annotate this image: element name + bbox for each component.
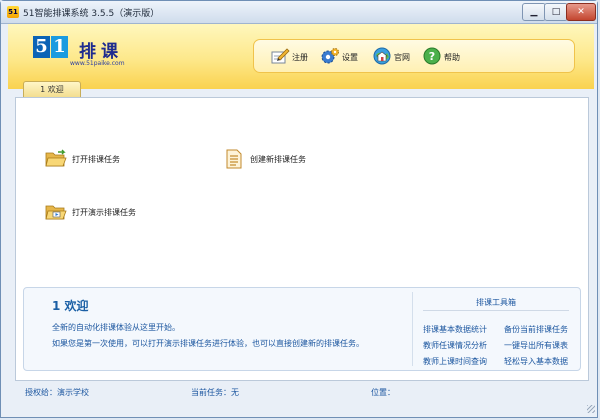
- register-button[interactable]: 注册: [270, 46, 320, 66]
- status-bar: 授权给：演示学校 当前任务：无 位置：: [15, 383, 587, 401]
- link-backup-task[interactable]: 备份当前排课任务: [504, 324, 568, 335]
- title-bar[interactable]: 51 51智能排课系统 3.5.5（演示版） ▁ □ ✕: [1, 1, 597, 24]
- link-teacher-schedule-query[interactable]: 教师上课时间查询: [423, 356, 487, 367]
- status-current-task: 当前任务：无: [191, 388, 239, 397]
- register-label: 注册: [292, 53, 308, 62]
- window-title: 51智能排课系统 3.5.5（演示版）: [23, 9, 160, 19]
- minimize-button[interactable]: ▁: [522, 3, 546, 21]
- website-label: 官网: [394, 53, 410, 62]
- link-data-statistics[interactable]: 排课基本数据统计: [423, 324, 487, 335]
- toolbox: 排课工具箱 排课基本数据统计 备份当前排课任务 教师任课情况分析 一键导出所有课…: [412, 292, 579, 366]
- help-label: 帮助: [444, 53, 460, 62]
- help-button[interactable]: ? 帮助: [422, 46, 470, 66]
- info-panel: 1 欢迎 全新的自动化排课体验从这里开始。 如果您是第一次使用，可以打开演示排课…: [23, 287, 581, 371]
- pencil-paper-icon: [271, 48, 290, 64]
- close-button[interactable]: ✕: [566, 3, 596, 21]
- toolbar: 注册 设置 官网 ? 帮助: [253, 39, 575, 73]
- link-export-timetables[interactable]: 一键导出所有课表: [504, 340, 568, 351]
- status-position: 位置：: [371, 388, 395, 397]
- toolbox-title: 排课工具箱: [476, 298, 516, 307]
- welcome-text-line-1: 全新的自动化排课体验从这里开始。: [52, 323, 180, 332]
- create-task-label: 创建新排课任务: [250, 155, 306, 164]
- svg-text:?: ?: [429, 50, 435, 63]
- link-teacher-analysis[interactable]: 教师任课情况分析: [423, 340, 487, 351]
- toolbox-divider: [423, 310, 569, 311]
- open-task-label: 打开排课任务: [72, 155, 120, 164]
- header-banner: 5 1 排课 www.51paike.com 注册 设置 官网 ? 帮助: [8, 24, 594, 89]
- tab-welcome[interactable]: 1 欢迎: [23, 81, 81, 98]
- welcome-info: 1 欢迎 全新的自动化排课体验从这里开始。 如果您是第一次使用，可以打开演示排课…: [24, 288, 410, 370]
- maximize-button[interactable]: □: [544, 3, 568, 21]
- folder-open-icon: [45, 149, 67, 167]
- logo-digit-5: 5: [33, 36, 50, 58]
- logo-text: 排课: [79, 42, 123, 62]
- document-icon: [226, 149, 242, 169]
- open-demo-task-button[interactable]: 打开演示排课任务: [45, 202, 205, 222]
- link-import-data[interactable]: 轻松导入基本数据: [504, 356, 568, 367]
- create-task-button[interactable]: 创建新排课任务: [223, 149, 363, 169]
- help-icon: ?: [423, 47, 441, 65]
- welcome-title: 1 欢迎: [52, 299, 89, 313]
- app-window: 51 51智能排课系统 3.5.5（演示版） ▁ □ ✕ 5 1 排课 www.…: [0, 0, 598, 418]
- status-license: 授权给：演示学校: [25, 388, 89, 397]
- resize-grip[interactable]: [587, 405, 595, 413]
- gear-icon: [321, 48, 339, 64]
- globe-home-icon: [373, 47, 391, 65]
- logo-digit-1: 1: [51, 36, 68, 58]
- folder-demo-icon: [45, 205, 67, 220]
- logo-url: www.51paike.com: [70, 60, 125, 67]
- open-task-button[interactable]: 打开排课任务: [45, 149, 185, 169]
- website-button[interactable]: 官网: [372, 46, 420, 66]
- settings-button[interactable]: 设置: [320, 46, 368, 66]
- settings-label: 设置: [342, 53, 358, 62]
- logo: 5 1 排课 www.51paike.com: [33, 36, 183, 76]
- open-demo-task-label: 打开演示排课任务: [72, 208, 136, 217]
- welcome-text-line-2: 如果您是第一次使用，可以打开演示排课任务进行体验，也可以直接创建新的排课任务。: [52, 339, 364, 348]
- app-icon: 51: [7, 6, 19, 18]
